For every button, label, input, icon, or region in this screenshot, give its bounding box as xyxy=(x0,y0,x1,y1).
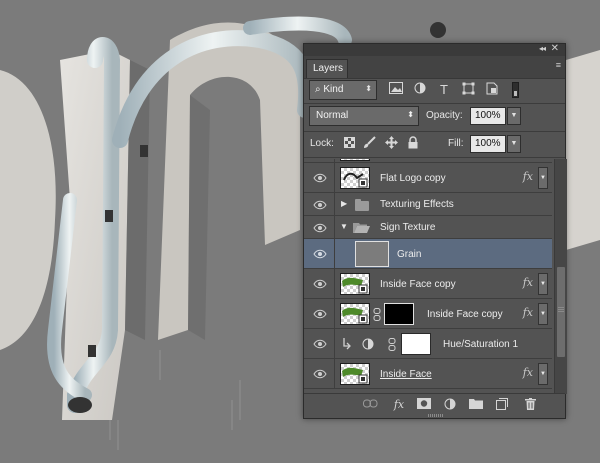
panel-titlebar: ◂◂ ✕ xyxy=(304,43,565,56)
layer-thumbnail[interactable] xyxy=(355,241,389,267)
scrollbar-thumb[interactable] xyxy=(557,267,565,357)
layer-thumbnail[interactable] xyxy=(340,273,370,295)
resize-grip[interactable] xyxy=(428,414,444,417)
adjustment-icon[interactable] xyxy=(442,398,458,412)
opacity-input[interactable]: 100% xyxy=(470,107,506,125)
folder-open-icon xyxy=(353,223,370,233)
search-icon: ⌕ xyxy=(315,84,321,95)
tab-layers[interactable]: Layers xyxy=(306,59,348,78)
panel-footer: fx xyxy=(304,393,565,418)
shape-icon[interactable] xyxy=(460,82,476,98)
layer-row-group[interactable]: ▼ Sign Texture xyxy=(304,216,552,239)
brush-icon[interactable] xyxy=(362,136,376,152)
layer-name[interactable]: Inside Face copy xyxy=(427,309,503,320)
fill-input[interactable]: 100% xyxy=(470,135,506,153)
chevron-updown-icon: ⬍ xyxy=(365,84,372,93)
blend-row: Normal ⬍ Opacity: 100% ▼ xyxy=(304,105,565,129)
filter-row: ⌕ Kind ⬍ T xyxy=(304,79,565,103)
chevron-right-icon[interactable]: ▶ xyxy=(341,199,347,208)
new-layer-icon[interactable] xyxy=(494,398,510,412)
fill-slider-button[interactable]: ▼ xyxy=(507,135,521,153)
smart-object-icon[interactable] xyxy=(484,82,500,98)
divider xyxy=(304,157,565,158)
layer-name[interactable]: Grain xyxy=(397,249,421,260)
eye-icon[interactable] xyxy=(313,339,327,349)
chevron-updown-icon: ⬍ xyxy=(407,110,414,119)
layer-row[interactable]: Inside Face copy fx ▼ xyxy=(304,269,552,299)
mask-thumbnail[interactable] xyxy=(384,303,414,325)
fx-menu-button[interactable]: fx xyxy=(390,398,408,412)
layer-thumbnail[interactable] xyxy=(340,167,370,189)
blend-mode-dropdown[interactable]: Normal ⬍ xyxy=(309,106,419,126)
lock-label: Lock: xyxy=(310,138,334,149)
opacity-slider-button[interactable]: ▼ xyxy=(507,107,521,125)
blend-mode-value: Normal xyxy=(316,110,349,121)
mask-thumbnail[interactable] xyxy=(401,333,431,355)
eye-icon[interactable] xyxy=(313,223,327,233)
filter-toggle[interactable] xyxy=(512,82,519,98)
layer-row-selected[interactable]: Grain xyxy=(304,239,552,269)
layer-name[interactable]: Flat Logo copy xyxy=(380,173,446,184)
divider xyxy=(304,103,565,104)
layer-thumbnail xyxy=(340,159,370,161)
eye-icon[interactable] xyxy=(313,279,327,289)
lock-icon[interactable] xyxy=(406,136,420,152)
expand-effects-button[interactable]: ▼ xyxy=(538,363,548,385)
trash-icon[interactable] xyxy=(522,398,538,412)
expand-effects-button[interactable]: ▼ xyxy=(538,303,548,325)
close-icon[interactable]: ✕ xyxy=(551,43,559,54)
eye-icon[interactable] xyxy=(313,173,327,183)
chain-link-icon[interactable] xyxy=(373,308,381,321)
layer-row-adjustment[interactable]: Hue/Saturation 1 xyxy=(304,329,552,359)
link-icon[interactable] xyxy=(362,398,378,412)
move-icon[interactable] xyxy=(384,136,398,152)
panel-menu-icon[interactable]: ≡ xyxy=(556,60,561,70)
fill-label: Fill: xyxy=(448,138,464,149)
type-icon[interactable]: T xyxy=(436,82,452,98)
layer-name[interactable]: Hue/Saturation 1 xyxy=(443,339,518,350)
clipping-arrow-icon xyxy=(343,338,351,350)
filter-kind-dropdown[interactable]: ⌕ Kind ⬍ xyxy=(309,80,377,100)
lock-transparent-icon[interactable] xyxy=(342,136,356,152)
layer-name[interactable]: Sign Texture xyxy=(380,222,435,233)
divider xyxy=(304,131,565,132)
layer-thumbnail[interactable] xyxy=(340,303,370,325)
layer-name[interactable]: Inside Face copy xyxy=(380,279,456,290)
expand-effects-button[interactable]: ▼ xyxy=(538,167,548,189)
eye-icon[interactable] xyxy=(313,369,327,379)
chain-link-icon[interactable] xyxy=(388,338,396,351)
adjustment-layer-icon[interactable] xyxy=(362,338,374,350)
fx-icon[interactable]: fx xyxy=(523,366,533,379)
layer-row[interactable]: Inside Face copy fx ▼ xyxy=(304,299,552,329)
expand-effects-button[interactable]: ▼ xyxy=(538,273,548,295)
fx-icon[interactable]: fx xyxy=(523,170,533,183)
collapse-icon[interactable]: ◂◂ xyxy=(539,44,546,53)
opacity-label: Opacity: xyxy=(426,110,463,121)
eye-icon[interactable] xyxy=(313,309,327,319)
layer-list-scrollbar[interactable] xyxy=(554,159,567,394)
filter-kind-label: Kind xyxy=(323,84,344,95)
mask-icon[interactable] xyxy=(416,398,432,412)
tab-row: Layers ≡ xyxy=(304,56,565,79)
lock-row: Lock: Fill: 100% ▼ xyxy=(304,133,565,157)
layer-name[interactable]: Inside Face xyxy=(380,369,432,380)
layer-row[interactable]: Flat Logo copy fx ▼ xyxy=(304,163,552,193)
fx-icon[interactable]: fx xyxy=(523,276,533,289)
layers-panel: ◂◂ ✕ Layers ≡ ⌕ Kind ⬍ T Normal ⬍ Opacit… xyxy=(303,43,567,419)
layer-name[interactable]: Texturing Effects xyxy=(380,199,454,210)
chevron-down-icon[interactable]: ▼ xyxy=(340,222,348,231)
layer-list: Flat Logo copy fx ▼ ▶ Texturing Effects … xyxy=(304,159,552,394)
image-icon[interactable] xyxy=(388,82,404,98)
letter-plate-right xyxy=(566,50,600,250)
fx-icon[interactable]: fx xyxy=(523,306,533,319)
eye-icon[interactable] xyxy=(313,200,327,210)
eye-icon[interactable] xyxy=(313,249,327,259)
layer-row[interactable]: Inside Face fx ▼ xyxy=(304,359,552,389)
layer-thumbnail[interactable] xyxy=(340,363,370,385)
folder-icon[interactable] xyxy=(468,398,484,412)
half-circle-icon[interactable] xyxy=(412,82,428,98)
layer-row-group[interactable]: ▶ Texturing Effects xyxy=(304,193,552,216)
folder-icon xyxy=(355,199,369,211)
